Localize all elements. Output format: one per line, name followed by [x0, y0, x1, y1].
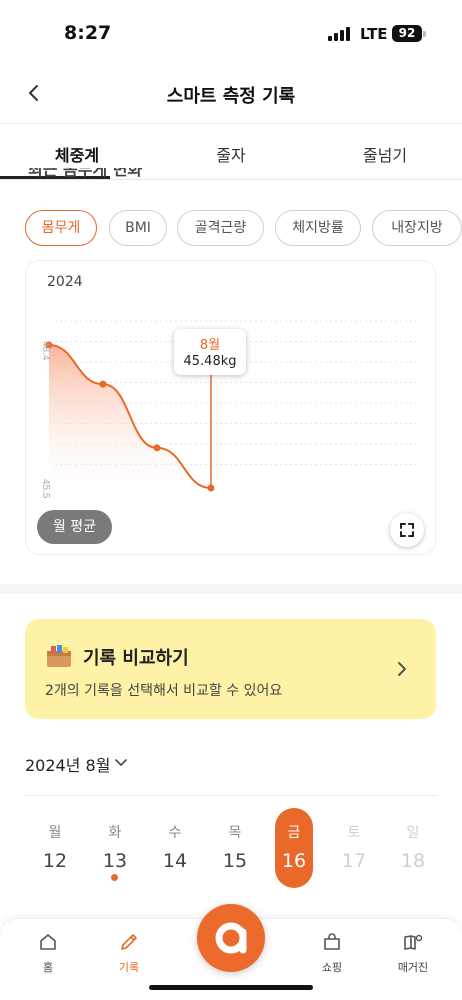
box-icon: [47, 645, 71, 667]
day-wed[interactable]: 수 14: [145, 808, 205, 890]
compare-title: 기록 비교하기: [83, 648, 189, 669]
chip-visceral-fat[interactable]: 내장지방: [372, 210, 462, 246]
y-tick-label-top: 48.4: [40, 341, 51, 361]
day-number: 17: [341, 850, 367, 872]
weight-chart-card: 2024 48.4 45.5 8월 45.48kg 월 평균: [25, 260, 436, 555]
nav-label: 매거진: [397, 961, 429, 974]
day-number: 14: [162, 850, 188, 872]
section-gap: [0, 584, 462, 594]
app-home-fab[interactable]: [197, 904, 265, 972]
shopping-bag-icon: [324, 933, 340, 950]
tab-tape[interactable]: 줄자: [154, 142, 308, 166]
compare-subtitle: 2개의 기록을 선택해서 비교할 수 있어요: [45, 683, 283, 699]
chip-muscle-mass[interactable]: 골격근량: [177, 210, 264, 246]
status-time: 8:27: [64, 22, 112, 44]
data-point[interactable]: [207, 484, 215, 492]
day-number: 18: [400, 850, 426, 872]
nav-header: 스마트 측정 기록: [0, 62, 462, 124]
day-number: 12: [42, 850, 68, 872]
record-dot: [111, 874, 118, 881]
day-number: 16: [281, 850, 307, 872]
day-name: 금: [287, 825, 301, 841]
network-type: LTE: [360, 25, 388, 43]
compare-records-card[interactable]: 기록 비교하기 2개의 기록을 선택해서 비교할 수 있어요: [25, 619, 436, 719]
nav-record[interactable]: 기록: [99, 931, 159, 975]
data-point[interactable]: [153, 444, 161, 452]
day-name: 화: [108, 825, 122, 841]
metric-chips: 몸무게 BMI 골격근량 체지방률 내장지방: [25, 210, 462, 246]
expand-icon: [400, 523, 414, 537]
day-name: 수: [168, 825, 182, 841]
home-indicator: [149, 985, 313, 990]
battery-icon: 92: [392, 25, 422, 42]
tab-scale[interactable]: 체중계: [0, 142, 154, 166]
y-tick-label-bottom: 45.5: [40, 479, 51, 499]
day-fri-selected[interactable]: 금 16: [275, 808, 313, 888]
data-point[interactable]: [99, 380, 107, 388]
day-mon[interactable]: 월 12: [25, 808, 85, 890]
magazine-icon: [404, 934, 423, 950]
chevron-right-icon: [398, 662, 406, 676]
chip-body-fat[interactable]: 체지방률: [275, 210, 361, 246]
nav-label: 기록: [118, 961, 140, 974]
day-name: 목: [228, 825, 242, 841]
section-heading: 최근 몸무게 변화: [28, 168, 143, 179]
app-logo-icon: [215, 922, 247, 954]
page-title: 스마트 측정 기록: [166, 86, 296, 107]
day-tue[interactable]: 화 13: [85, 808, 145, 890]
pencil-icon: [121, 934, 137, 950]
nav-home[interactable]: 홈: [18, 931, 78, 975]
monthly-average-toggle[interactable]: 월 평균: [37, 510, 112, 544]
nav-label: 쇼핑: [321, 961, 343, 974]
tooltip-value: 45.48kg: [183, 354, 237, 369]
tooltip-month: 8월: [199, 338, 221, 353]
nav-magazine[interactable]: 매거진: [383, 931, 443, 975]
chart-tooltip: 8월 45.48kg: [174, 329, 246, 375]
signal-icon: [328, 27, 352, 41]
chevron-down-icon[interactable]: [113, 755, 129, 771]
week-calendar: 월 12 화 13 수 14 목 15 금 16 토 17 일 18: [25, 808, 437, 898]
chip-bmi[interactable]: BMI: [109, 210, 167, 246]
day-thu[interactable]: 목 15: [205, 808, 265, 890]
month-picker[interactable]: 2024년 8월: [25, 752, 110, 776]
expand-chart-button[interactable]: [390, 513, 424, 547]
day-name: 일: [406, 825, 420, 841]
day-name: 월: [48, 825, 62, 841]
day-number: 13: [102, 850, 128, 872]
status-bar: 8:27 LTE 92: [0, 0, 462, 62]
home-icon: [40, 934, 56, 950]
chip-weight[interactable]: 몸무게: [25, 210, 97, 246]
day-sat: 토 17: [324, 808, 384, 890]
day-number: 15: [222, 850, 248, 872]
divider: [25, 795, 437, 796]
tab-jump-rope[interactable]: 줄넘기: [308, 142, 462, 166]
nav-shopping[interactable]: 쇼핑: [302, 931, 362, 975]
day-name: 토: [347, 825, 361, 841]
battery-tip: [423, 31, 426, 37]
nav-label: 홈: [42, 961, 54, 974]
day-sun: 일 18: [383, 808, 443, 890]
